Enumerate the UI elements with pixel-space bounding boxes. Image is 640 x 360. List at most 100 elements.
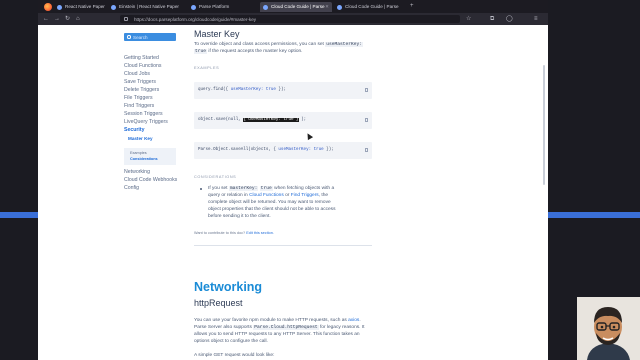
bullet-line: object properties that the client should… — [208, 207, 336, 212]
bookmark-star-icon[interactable]: ☆ — [466, 16, 471, 22]
bullet-line: complete object will be returned. You ma… — [208, 200, 331, 205]
code-line: query.find({ useMasterKey: true }); — [198, 88, 286, 92]
menu-icon[interactable]: ≡ — [534, 16, 538, 22]
sidebar-section-box: Examples Considerations — [124, 148, 176, 165]
bullet-icon — [200, 188, 202, 190]
sidebar-item-networking[interactable]: Networking — [124, 169, 150, 175]
search-placeholder: Search — [133, 34, 148, 40]
selected-code-text[interactable]: { useMasterKey: true } — [243, 118, 299, 122]
tab-einstein[interactable]: Einstein | React Native Paper — [108, 2, 180, 12]
networking-text: . — [359, 318, 361, 323]
code-block-query-find: query.find({ useMasterKey: true }); — [194, 82, 372, 99]
sidebar-item-cloud-code-webhooks[interactable]: Cloud Code Webhooks — [124, 177, 177, 183]
examples-label: EXAMPLES — [194, 66, 220, 70]
find-triggers-link[interactable]: Find Triggers — [291, 193, 319, 198]
bullet-text: query or relation in — [208, 193, 248, 198]
edit-section-link[interactable]: Edit this section. — [246, 231, 274, 235]
inline-code: masterKey: — [228, 186, 259, 191]
bullet-line: If you set masterKey: true when fetching… — [208, 186, 334, 191]
url-text: https://docs.parseplatform.org/cloudcode… — [134, 16, 257, 22]
code-token: Parse.Object.saveAll(objects, { — [198, 148, 276, 152]
browser-window: React Native Paper Einstein | React Nati… — [38, 0, 548, 25]
copy-icon[interactable] — [365, 148, 368, 152]
sidebar-subitem-examples[interactable]: Examples — [130, 151, 147, 155]
sidebar-item-config[interactable]: Config — [124, 185, 139, 191]
tab-favicon — [263, 4, 268, 10]
bullet-text: when fetching objects with a — [274, 186, 335, 191]
sidebar-item-file-triggers[interactable]: File Triggers — [124, 95, 153, 101]
new-tab-icon[interactable]: + — [410, 3, 414, 9]
bullet-line: before sending it to the client. — [208, 214, 271, 219]
background-accent-strip — [0, 212, 38, 218]
reload-icon[interactable]: ↻ — [65, 16, 70, 22]
tab-label: Parse Platform — [199, 4, 230, 9]
tab-label: Cloud Code Guide | Parse — [345, 4, 399, 9]
tab-bar: React Native Paper Einstein | React Nati… — [38, 0, 548, 13]
tab-label: Cloud Code Guide | Parse — [271, 4, 325, 9]
bullet-text: If you set — [208, 186, 228, 191]
tab-react-native-paper[interactable]: React Native Paper — [54, 2, 106, 12]
copy-icon[interactable] — [365, 88, 368, 92]
code-token: useMasterKey: — [278, 148, 312, 152]
inline-code: true — [194, 49, 208, 54]
networking-text: Parse Server also supports — [194, 325, 252, 330]
tab-parse-platform[interactable]: Parse Platform — [188, 2, 250, 12]
sidebar-item-save-triggers[interactable]: Save Triggers — [124, 79, 156, 85]
sidebar-item-cloud-functions[interactable]: Cloud Functions — [124, 63, 162, 69]
lock-icon[interactable] — [124, 17, 128, 21]
home-icon[interactable]: ⌂ — [76, 16, 80, 22]
sidebar-item-find-triggers[interactable]: Find Triggers — [124, 103, 154, 109]
search-input[interactable]: Search — [124, 33, 176, 41]
sidebar-item-cloud-jobs[interactable]: Cloud Jobs — [124, 71, 150, 77]
background-accent-strip — [548, 212, 640, 218]
inline-code: Parse.Cloud.httpRequest — [253, 325, 319, 330]
intro-line-1: To override object and class access perm… — [194, 42, 364, 47]
sidebar-subitem-considerations[interactable]: Considerations — [130, 157, 158, 161]
cloud-functions-link[interactable]: Cloud Functions — [249, 193, 284, 198]
close-tab-icon[interactable]: ✕ — [325, 4, 329, 10]
sidebar-item-getting-started[interactable]: Getting Started — [124, 55, 159, 61]
contribute-text: Want to contribute to this doc? — [194, 231, 246, 235]
page-scrollbar[interactable] — [543, 65, 545, 185]
code-token: object.save(null, — [198, 118, 241, 122]
sidebar-item-session-triggers[interactable]: Session Triggers — [124, 111, 163, 117]
sidebar-item-security[interactable]: Security — [124, 127, 144, 133]
sidebar-subitem-master-key[interactable]: Master Key — [128, 136, 153, 141]
navigation-bar: ← → ↻ ⌂ https://docs.parseplatform.org/c… — [38, 13, 548, 25]
back-icon[interactable]: ← — [43, 16, 49, 22]
considerations-label: CONSIDERATIONS — [194, 175, 237, 179]
subheading-httprequest: httpRequest — [194, 298, 243, 308]
sidebar-item-delete-triggers[interactable]: Delete Triggers — [124, 87, 159, 93]
extensions-icon[interactable]: ⧉ — [490, 16, 494, 22]
inline-code: useMasterKey: — [325, 42, 364, 47]
sidebar-item-livequery-triggers[interactable]: LiveQuery Triggers — [124, 119, 168, 125]
section-heading-master-key: Master Key — [194, 29, 240, 39]
copy-icon[interactable] — [365, 118, 368, 122]
networking-line-5: A simple GET request would look like: — [194, 353, 275, 358]
bullet-text: , the — [318, 193, 329, 198]
docs-page: Search Getting Started Cloud Functions C… — [38, 25, 548, 360]
account-icon[interactable]: ◯ — [506, 16, 513, 22]
code-token: }); — [326, 148, 334, 152]
avatar-illustration-icon — [577, 297, 640, 360]
address-bar[interactable]: https://docs.parseplatform.org/cloudcode… — [120, 15, 460, 23]
code-line: object.save(null, { useMasterKey: true }… — [198, 118, 306, 122]
intro-text: if the request accepts the master key op… — [208, 49, 303, 54]
presenter-avatar — [577, 297, 640, 360]
axios-link[interactable]: axios — [348, 318, 359, 323]
tab-favicon — [111, 4, 116, 10]
section-heading-networking: Networking — [194, 280, 263, 294]
tab-favicon — [337, 4, 342, 10]
tab-cloud-code-guide[interactable]: Cloud Code Guide | Parse — [334, 2, 406, 12]
firefox-icon[interactable] — [44, 3, 52, 11]
code-block-save-all: Parse.Object.saveAll(objects, { useMaste… — [194, 142, 372, 159]
networking-line-1: You can use your favorite npm module to … — [194, 318, 361, 323]
tab-cloud-code-guide-active[interactable]: Cloud Code Guide | Parse ✕ — [260, 2, 332, 12]
intro-text: To override object and class access perm… — [194, 42, 324, 47]
bullet-line: query or relation in Cloud Functions or … — [208, 193, 328, 198]
forward-icon[interactable]: → — [54, 16, 60, 22]
code-line: Parse.Object.saveAll(objects, { useMaste… — [198, 148, 334, 152]
code-token: useMasterKey: — [230, 88, 264, 92]
networking-line-2: Parse Server also supports Parse.Cloud.h… — [194, 325, 364, 330]
networking-text: You can use your favorite npm module to … — [194, 318, 347, 323]
